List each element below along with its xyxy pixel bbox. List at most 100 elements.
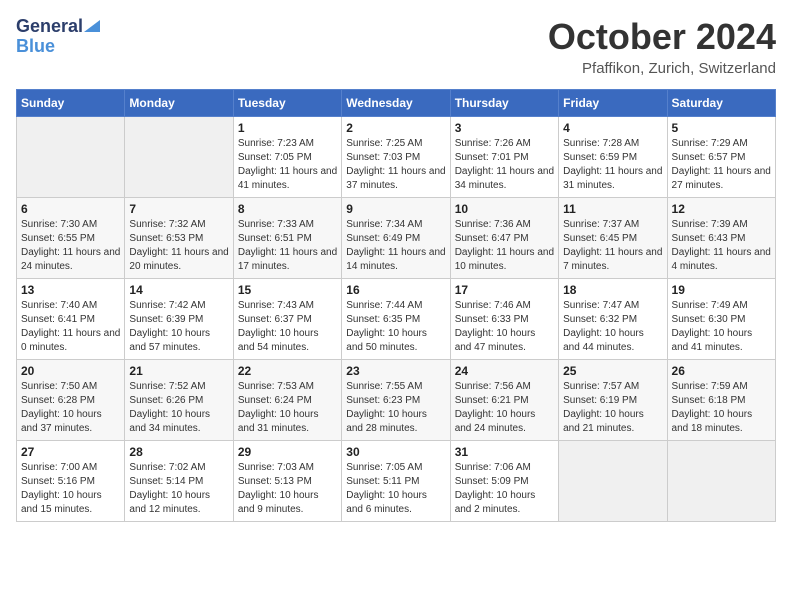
calendar-cell: 2Sunrise: 7:25 AM Sunset: 7:03 PM Daylig… xyxy=(342,117,450,198)
logo-blue-text: Blue xyxy=(16,36,55,56)
day-info: Sunrise: 7:46 AM Sunset: 6:33 PM Dayligh… xyxy=(455,299,554,355)
weekday-header: Friday xyxy=(559,90,667,117)
calendar-cell: 21 Sunrise: 7:52 AM Sunset: 6:26 PM Dayli… xyxy=(125,360,233,441)
location-title: Pfaffikon, Zurich, Switzerland xyxy=(548,60,776,77)
day-number: 11 xyxy=(563,202,662,216)
month-title: October 2024 xyxy=(548,16,776,58)
logo-icon xyxy=(84,16,100,32)
calendar-week-row: 20 Sunrise: 7:50 AM Sunset: 6:28 PM Dayli… xyxy=(17,360,776,441)
day-info: Sunrise: 7:28 AM Sunset: 6:59 PM Dayligh… xyxy=(563,137,662,193)
calendar-cell: 14 Sunrise: 7:42 AM Sunset: 6:39 PM Dayli… xyxy=(125,279,233,360)
day-number: 14 xyxy=(129,283,228,297)
day-info: Sunrise: 7:49 AM Sunset: 6:30 PM Dayligh… xyxy=(672,299,771,355)
day-info: Sunrise: 7:05 AM Sunset: 5:11 PM Dayligh… xyxy=(346,461,445,517)
calendar-cell: 22Sunrise: 7:53 AM Sunset: 6:24 PM Dayli… xyxy=(233,360,341,441)
day-info: Sunrise: 7:36 AM Sunset: 6:47 PM Dayligh… xyxy=(455,218,554,274)
weekday-header: Wednesday xyxy=(342,90,450,117)
weekday-header: Thursday xyxy=(450,90,558,117)
calendar-cell: 24 Sunrise: 7:56 AM Sunset: 6:21 PM Dayli… xyxy=(450,360,558,441)
calendar-cell: 4 Sunrise: 7:28 AM Sunset: 6:59 PM Daylig… xyxy=(559,117,667,198)
calendar-cell: 23Sunrise: 7:55 AM Sunset: 6:23 PM Dayli… xyxy=(342,360,450,441)
day-number: 30 xyxy=(346,445,445,459)
calendar-cell: 30 Sunrise: 7:05 AM Sunset: 5:11 PM Dayli… xyxy=(342,441,450,522)
day-info: Sunrise: 7:26 AM Sunset: 7:01 PM Dayligh… xyxy=(455,137,554,193)
calendar-cell: 28 Sunrise: 7:02 AM Sunset: 5:14 PM Dayli… xyxy=(125,441,233,522)
calendar-cell: 15 Sunrise: 7:43 AM Sunset: 6:37 PM Dayli… xyxy=(233,279,341,360)
header-row: SundayMondayTuesdayWednesdayThursdayFrid… xyxy=(17,90,776,117)
calendar-cell: 9 Sunrise: 7:34 AM Sunset: 6:49 PM Daylig… xyxy=(342,198,450,279)
day-number: 28 xyxy=(129,445,228,459)
calendar-cell: 3 Sunrise: 7:26 AM Sunset: 7:01 PM Daylig… xyxy=(450,117,558,198)
calendar-cell: 18 Sunrise: 7:47 AM Sunset: 6:32 PM Dayli… xyxy=(559,279,667,360)
weekday-header: Sunday xyxy=(17,90,125,117)
day-number: 20 xyxy=(21,364,120,378)
day-number: 25 xyxy=(563,364,662,378)
day-number: 9 xyxy=(346,202,445,216)
calendar-cell: 19Sunrise: 7:49 AM Sunset: 6:30 PM Dayli… xyxy=(667,279,775,360)
calendar-cell: 1 Sunrise: 7:23 AM Sunset: 7:05 PM Daylig… xyxy=(233,117,341,198)
weekday-header: Tuesday xyxy=(233,90,341,117)
day-info: Sunrise: 7:56 AM Sunset: 6:21 PM Dayligh… xyxy=(455,380,554,436)
calendar-cell: 13Sunrise: 7:40 AM Sunset: 6:41 PM Dayli… xyxy=(17,279,125,360)
day-number: 1 xyxy=(238,121,337,135)
day-number: 18 xyxy=(563,283,662,297)
calendar-cell xyxy=(559,441,667,522)
day-number: 23 xyxy=(346,364,445,378)
calendar-week-row: 1 Sunrise: 7:23 AM Sunset: 7:05 PM Daylig… xyxy=(17,117,776,198)
day-info: Sunrise: 7:23 AM Sunset: 7:05 PM Dayligh… xyxy=(238,137,337,193)
calendar-week-row: 6Sunrise: 7:30 AM Sunset: 6:55 PM Daylig… xyxy=(17,198,776,279)
day-number: 6 xyxy=(21,202,120,216)
calendar-cell xyxy=(17,117,125,198)
day-number: 21 xyxy=(129,364,228,378)
day-info: Sunrise: 7:29 AM Sunset: 6:57 PM Dayligh… xyxy=(672,137,771,193)
calendar-table: SundayMondayTuesdayWednesdayThursdayFrid… xyxy=(16,89,776,522)
calendar-cell xyxy=(125,117,233,198)
calendar-cell: 27 Sunrise: 7:00 AM Sunset: 5:16 PM Dayli… xyxy=(17,441,125,522)
day-number: 24 xyxy=(455,364,554,378)
calendar-cell: 16Sunrise: 7:44 AM Sunset: 6:35 PM Dayli… xyxy=(342,279,450,360)
day-number: 29 xyxy=(238,445,337,459)
calendar-cell: 7Sunrise: 7:32 AM Sunset: 6:53 PM Daylig… xyxy=(125,198,233,279)
day-info: Sunrise: 7:43 AM Sunset: 6:37 PM Dayligh… xyxy=(238,299,337,355)
day-info: Sunrise: 7:03 AM Sunset: 5:13 PM Dayligh… xyxy=(238,461,337,517)
calendar-body: 1 Sunrise: 7:23 AM Sunset: 7:05 PM Daylig… xyxy=(17,117,776,522)
day-info: Sunrise: 7:02 AM Sunset: 5:14 PM Dayligh… xyxy=(129,461,228,517)
calendar-cell: 20 Sunrise: 7:50 AM Sunset: 6:28 PM Dayli… xyxy=(17,360,125,441)
day-info: Sunrise: 7:00 AM Sunset: 5:16 PM Dayligh… xyxy=(21,461,120,517)
calendar-cell: 26Sunrise: 7:59 AM Sunset: 6:18 PM Dayli… xyxy=(667,360,775,441)
day-info: Sunrise: 7:06 AM Sunset: 5:09 PM Dayligh… xyxy=(455,461,554,517)
day-info: Sunrise: 7:33 AM Sunset: 6:51 PM Dayligh… xyxy=(238,218,337,274)
day-number: 4 xyxy=(563,121,662,135)
day-number: 7 xyxy=(129,202,228,216)
day-number: 8 xyxy=(238,202,337,216)
calendar-cell: 8 Sunrise: 7:33 AM Sunset: 6:51 PM Daylig… xyxy=(233,198,341,279)
day-info: Sunrise: 7:47 AM Sunset: 6:32 PM Dayligh… xyxy=(563,299,662,355)
calendar-cell: 5 Sunrise: 7:29 AM Sunset: 6:57 PM Daylig… xyxy=(667,117,775,198)
day-info: Sunrise: 7:25 AM Sunset: 7:03 PM Dayligh… xyxy=(346,137,445,193)
day-info: Sunrise: 7:57 AM Sunset: 6:19 PM Dayligh… xyxy=(563,380,662,436)
day-number: 3 xyxy=(455,121,554,135)
day-number: 31 xyxy=(455,445,554,459)
calendar-week-row: 13Sunrise: 7:40 AM Sunset: 6:41 PM Dayli… xyxy=(17,279,776,360)
day-info: Sunrise: 7:44 AM Sunset: 6:35 PM Dayligh… xyxy=(346,299,445,355)
day-number: 27 xyxy=(21,445,120,459)
day-number: 12 xyxy=(672,202,771,216)
day-info: Sunrise: 7:34 AM Sunset: 6:49 PM Dayligh… xyxy=(346,218,445,274)
title-block: October 2024 Pfaffikon, Zurich, Switzerl… xyxy=(548,16,776,77)
day-info: Sunrise: 7:59 AM Sunset: 6:18 PM Dayligh… xyxy=(672,380,771,436)
day-number: 22 xyxy=(238,364,337,378)
page-header: General Blue October 2024 Pfaffikon, Zur… xyxy=(16,16,776,77)
day-info: Sunrise: 7:39 AM Sunset: 6:43 PM Dayligh… xyxy=(672,218,771,274)
calendar-cell: 29 Sunrise: 7:03 AM Sunset: 5:13 PM Dayli… xyxy=(233,441,341,522)
calendar-cell: 6Sunrise: 7:30 AM Sunset: 6:55 PM Daylig… xyxy=(17,198,125,279)
day-info: Sunrise: 7:42 AM Sunset: 6:39 PM Dayligh… xyxy=(129,299,228,355)
day-number: 15 xyxy=(238,283,337,297)
calendar-cell: 25 Sunrise: 7:57 AM Sunset: 6:19 PM Dayli… xyxy=(559,360,667,441)
calendar-week-row: 27 Sunrise: 7:00 AM Sunset: 5:16 PM Dayli… xyxy=(17,441,776,522)
weekday-header: Saturday xyxy=(667,90,775,117)
calendar-header: SundayMondayTuesdayWednesdayThursdayFrid… xyxy=(17,90,776,117)
calendar-cell: 10Sunrise: 7:36 AM Sunset: 6:47 PM Dayli… xyxy=(450,198,558,279)
day-number: 5 xyxy=(672,121,771,135)
day-info: Sunrise: 7:52 AM Sunset: 6:26 PM Dayligh… xyxy=(129,380,228,436)
day-info: Sunrise: 7:50 AM Sunset: 6:28 PM Dayligh… xyxy=(21,380,120,436)
